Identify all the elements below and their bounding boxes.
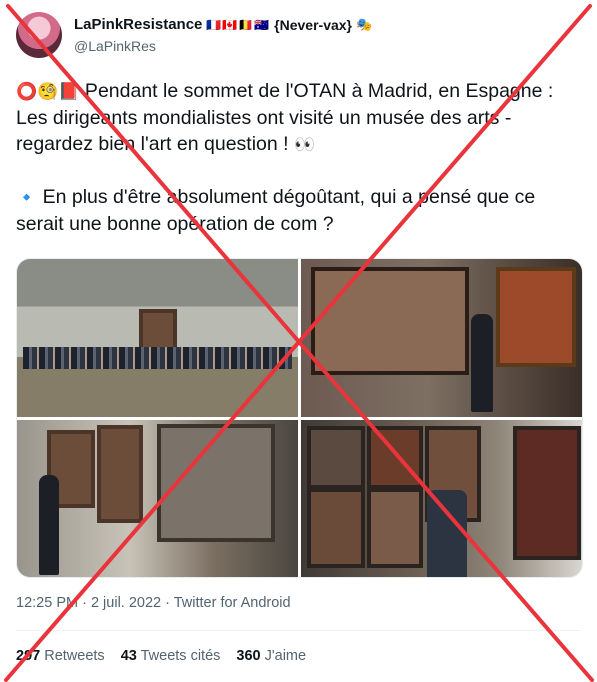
eyes-emoji: 👀 <box>293 135 316 154</box>
tweet-line-1: Pendant le sommet de l'OTAN à Madrid, en… <box>16 80 554 155</box>
meta-separator: · <box>161 595 174 611</box>
mask-emoji: 🎭 <box>356 16 373 32</box>
user-handle[interactable]: @LaPinkRes <box>74 38 156 54</box>
painting <box>311 267 469 375</box>
person-figure <box>471 314 493 412</box>
tweet-text: ⭕🧐📕 Pendant le sommet de l'OTAN à Madrid… <box>16 78 576 237</box>
painting <box>97 424 143 523</box>
painting <box>367 487 423 568</box>
tweet-line-2: En plus d'être absolument dégoûtant, qui… <box>16 186 536 235</box>
photo-gallery-wall[interactable] <box>17 419 298 577</box>
tweet-time[interactable]: 12:25 PM <box>16 595 78 611</box>
meta-separator: · <box>78 595 91 611</box>
retweets-stat[interactable]: 297 Retweets <box>16 648 105 664</box>
tweet-meta: 12:25 PM · 2 juil. 2022 · Twitter for An… <box>16 595 291 611</box>
quotes-label: Tweets cités <box>140 648 221 664</box>
tweet-source: Twitter for Android <box>173 595 291 611</box>
group-of-leaders <box>23 347 292 369</box>
person-figure <box>427 489 467 577</box>
tweet-stats: 297 Retweets 43 Tweets cités 360 J'aime <box>16 648 306 664</box>
avatar[interactable] <box>16 12 62 58</box>
painting <box>157 423 275 542</box>
display-name[interactable]: LaPinkResistance <box>74 16 202 33</box>
name-tag: {Never-vax} <box>274 16 353 33</box>
painting <box>307 487 365 568</box>
quotes-stat[interactable]: 43 Tweets cités <box>121 648 221 664</box>
retweets-count: 297 <box>16 648 41 664</box>
painting <box>496 267 576 367</box>
diamond-emoji: 🔹 <box>16 188 38 207</box>
painting <box>307 425 365 489</box>
painting <box>367 425 423 489</box>
divider <box>16 630 581 631</box>
photo-trudeau-artwork[interactable] <box>301 419 582 577</box>
photo-group-museum[interactable] <box>17 259 298 417</box>
tweet-date[interactable]: 2 juil. 2022 <box>91 595 161 611</box>
tweet-paragraph-1: ⭕🧐📕 Pendant le sommet de l'OTAN à Madrid… <box>16 78 576 158</box>
media-grid <box>16 258 583 578</box>
person-figure <box>39 474 59 575</box>
quotes-count: 43 <box>120 648 137 664</box>
tweet-paragraph-2: 🔹 En plus d'être absolument dégoûtant, q… <box>16 184 576 237</box>
likes-count: 360 <box>236 648 261 664</box>
photo-macron-artwork[interactable] <box>301 259 582 417</box>
painting <box>513 425 581 560</box>
alert-emojis: ⭕🧐📕 <box>16 82 80 101</box>
author-name-row[interactable]: LaPinkResistance 🇫🇷🇨🇦🇧🇪🇦🇺 {Never-vax} 🎭 <box>74 16 372 33</box>
flag-emojis: 🇫🇷🇨🇦🇧🇪🇦🇺 <box>206 17 271 32</box>
retweets-label: Retweets <box>44 648 105 664</box>
likes-label: J'aime <box>264 648 307 664</box>
likes-stat[interactable]: 360 J'aime <box>236 648 306 664</box>
